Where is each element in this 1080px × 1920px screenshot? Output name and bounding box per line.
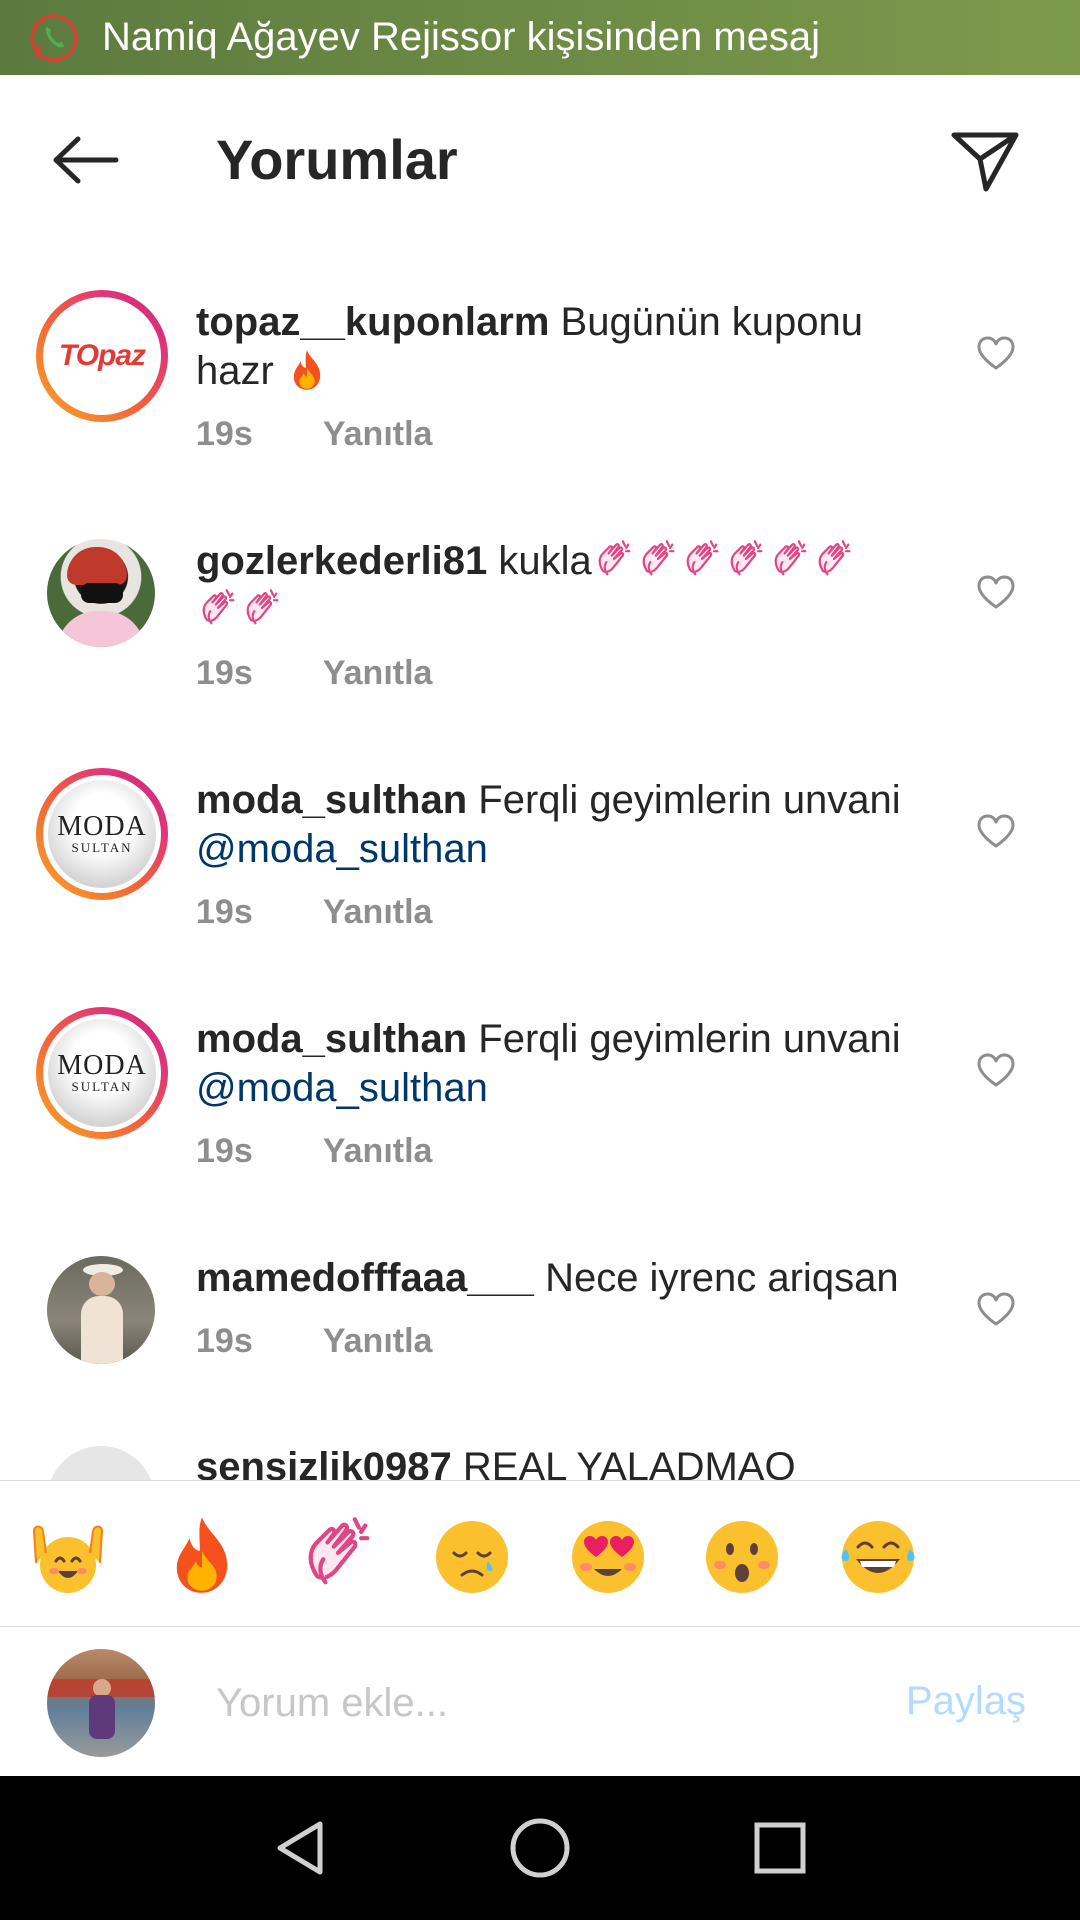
- comment-meta: 19s Yanıtla: [196, 893, 432, 932]
- fire-emoji-icon: [285, 348, 329, 392]
- comment-body: gozlerkederli81 kukla: [196, 537, 916, 635]
- tears-of-joy-emoji-button[interactable]: [836, 1513, 920, 1597]
- comment-username[interactable]: moda_sulthan: [196, 1017, 467, 1061]
- whatsapp-icon: [28, 12, 80, 64]
- comment-meta: 19s Yanıtla: [196, 1132, 432, 1171]
- avatar[interactable]: [47, 1649, 155, 1757]
- notification-banner[interactable]: Namiq Ağayev Rejissor kişisinden mesaj: [0, 0, 1080, 75]
- comment-composer: Paylaş: [0, 1626, 1080, 1776]
- comment-item: MODA SULTAN moda_sulthan Ferqli geyimler…: [0, 962, 1080, 1201]
- comment-time: 19s: [196, 893, 253, 931]
- moda-sultan-logo: MODA: [57, 1050, 147, 1081]
- comments-list[interactable]: TOpaz topaz__kuponlarm Bugünün kuponu ha…: [0, 245, 1080, 1480]
- comment-body: sensizlik0987 REAL YALADMAQ: [196, 1443, 916, 1480]
- surprised-face-emoji-button[interactable]: [700, 1513, 784, 1597]
- clapping-hands-emoji-button[interactable]: [296, 1513, 380, 1597]
- reply-button[interactable]: Yanıtla: [323, 415, 433, 453]
- comment-time: 19s: [196, 654, 253, 692]
- page-title: Yorumlar: [216, 128, 458, 191]
- avatar[interactable]: [47, 539, 155, 647]
- back-button[interactable]: [40, 125, 130, 195]
- comment-item: MODA SULTAN moda_sulthan Ferqli geyimler…: [0, 723, 1080, 962]
- comment-text: kukla: [498, 539, 592, 583]
- comment-time: 19s: [196, 1322, 253, 1360]
- clapping-hands-emoji-icon: [768, 538, 812, 582]
- back-triangle-icon: [277, 1821, 323, 1875]
- moda-sultan-logo: MODA: [57, 811, 147, 842]
- nav-recents-button[interactable]: [744, 1812, 816, 1884]
- moda-sultan-logo-subtext: SULTAN: [71, 840, 133, 855]
- reply-button[interactable]: Yanıtla: [323, 1132, 433, 1170]
- system-nav-bar: [0, 1776, 1080, 1920]
- clapping-hands-emoji-icon: [240, 587, 284, 631]
- nav-back-button[interactable]: [264, 1812, 336, 1884]
- paper-plane-icon: [951, 132, 1019, 192]
- comment-text: Nece iyrenc ariqsan: [545, 1256, 899, 1300]
- fire-emoji-button[interactable]: [160, 1513, 244, 1597]
- app-header: Yorumlar: [0, 75, 1080, 245]
- comment-text: Ferqli geyimlerin unvani: [478, 1017, 901, 1061]
- clapping-hands-emoji-icon: [680, 538, 724, 582]
- comment-meta: 19s Yanıtla: [196, 654, 432, 693]
- heart-icon[interactable]: [976, 335, 1016, 371]
- comment-username[interactable]: topaz__kuponlarm: [196, 300, 549, 344]
- comment-item: mamedofffaaa___ Nece iyrenc ariqsan 19s …: [0, 1201, 1080, 1440]
- clapping-hands-emoji-icon: [724, 538, 768, 582]
- clapping-hands-emoji-icon: [196, 587, 240, 631]
- comment-time: 19s: [196, 1132, 253, 1170]
- comment-text: REAL YALADMAQ: [462, 1445, 796, 1480]
- avatar[interactable]: [47, 1256, 155, 1364]
- comment-mention-link[interactable]: @moda_sulthan: [196, 827, 488, 871]
- home-circle-icon: [510, 1818, 570, 1878]
- reply-button[interactable]: Yanıtla: [323, 1322, 433, 1360]
- avatar[interactable]: [47, 1446, 155, 1480]
- raising-hands-emoji-button[interactable]: [26, 1513, 110, 1597]
- post-button[interactable]: Paylaş: [906, 1679, 1026, 1724]
- back-arrow-icon: [53, 136, 119, 184]
- crying-face-emoji-button[interactable]: [430, 1513, 514, 1597]
- avatar[interactable]: MODA SULTAN: [36, 1007, 168, 1139]
- comment-meta: 19s Yanıtla: [196, 1322, 432, 1361]
- heart-icon[interactable]: [976, 574, 1016, 610]
- clapping-hands-emoji-icon: [636, 538, 680, 582]
- comment-item: TOpaz topaz__kuponlarm Bugünün kuponu ha…: [0, 245, 1080, 484]
- reply-button[interactable]: Yanıtla: [323, 893, 433, 931]
- comment-body: moda_sulthan Ferqli geyimlerin unvani @m…: [196, 1015, 916, 1113]
- clapping-hands-emoji-icon: [592, 538, 636, 582]
- heart-icon[interactable]: [976, 1291, 1016, 1327]
- comment-username[interactable]: moda_sulthan: [196, 778, 467, 822]
- heart-eyes-emoji-button[interactable]: [566, 1513, 650, 1597]
- comment-body: topaz__kuponlarm Bugünün kuponu hazr: [196, 298, 916, 396]
- heart-icon[interactable]: [976, 1052, 1016, 1088]
- avatar[interactable]: TOpaz: [36, 290, 168, 422]
- comment-item: sensizlik0987 REAL YALADMAQ: [0, 1440, 1080, 1480]
- comment-input[interactable]: [216, 1673, 856, 1733]
- notification-text: Namiq Ağayev Rejissor kişisinden mesaj: [102, 15, 821, 59]
- heart-icon[interactable]: [976, 813, 1016, 849]
- clapping-hands-emoji-icon: [812, 538, 856, 582]
- topaz-logo: TOpaz: [58, 339, 146, 372]
- recents-square-icon: [754, 1822, 806, 1874]
- share-button[interactable]: [940, 121, 1030, 201]
- comment-username[interactable]: gozlerkederli81: [196, 539, 487, 583]
- reply-button[interactable]: Yanıtla: [323, 654, 433, 692]
- comment-time: 19s: [196, 415, 253, 453]
- emoji-reaction-bar: [0, 1480, 1080, 1626]
- comment-username[interactable]: mamedofffaaa___: [196, 1256, 534, 1300]
- comment-text: Ferqli geyimlerin unvani: [478, 778, 901, 822]
- comment-mention-link[interactable]: @moda_sulthan: [196, 1066, 488, 1110]
- avatar[interactable]: MODA SULTAN: [36, 768, 168, 900]
- nav-home-button[interactable]: [504, 1812, 576, 1884]
- moda-sultan-logo-subtext: SULTAN: [71, 1079, 133, 1094]
- comment-item: gozlerkederli81 kukla 19s Yanıtla: [0, 484, 1080, 723]
- comment-meta: 19s Yanıtla: [196, 415, 432, 454]
- comment-username[interactable]: sensizlik0987: [196, 1445, 452, 1480]
- comment-body: moda_sulthan Ferqli geyimlerin unvani @m…: [196, 776, 916, 874]
- comment-body: mamedofffaaa___ Nece iyrenc ariqsan: [196, 1254, 916, 1303]
